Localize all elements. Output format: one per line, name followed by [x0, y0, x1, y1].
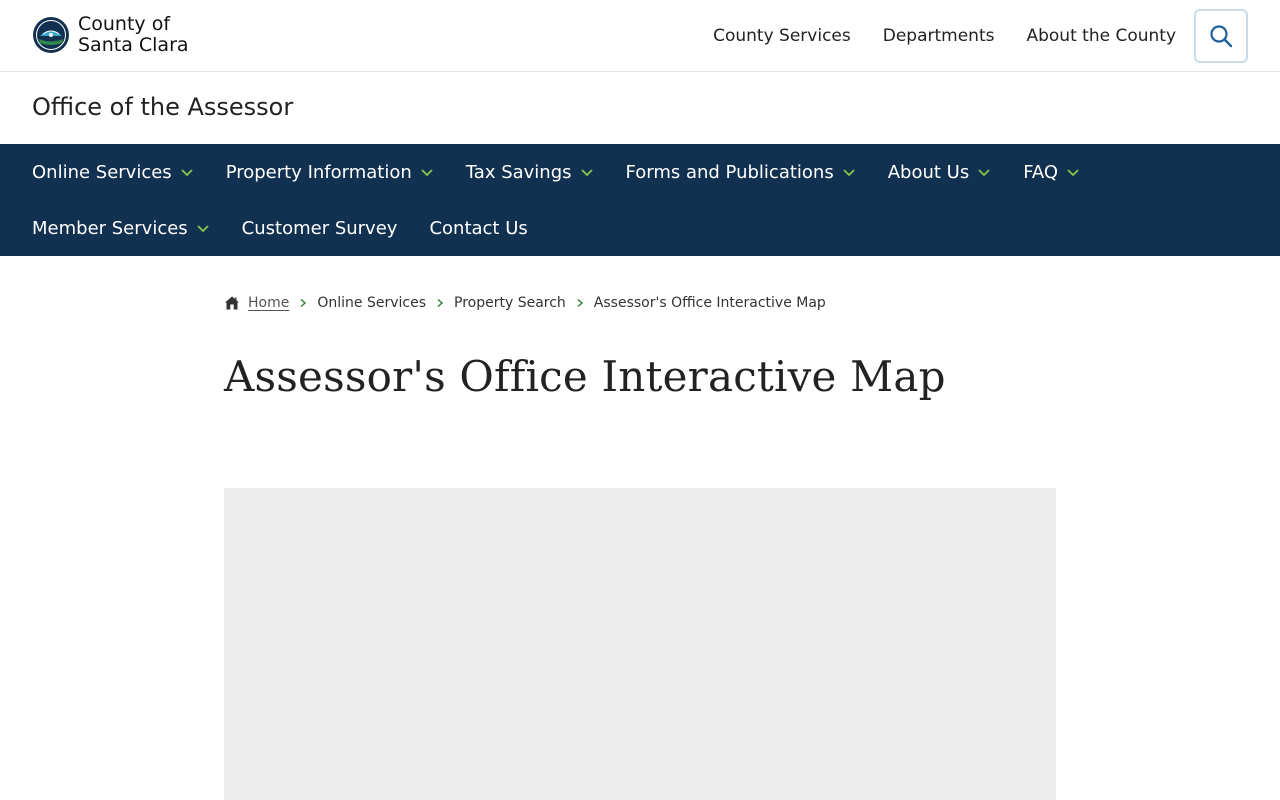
nav-row-1: Online Services Property Information Tax…: [32, 144, 1112, 200]
chevron-down-icon: [843, 169, 855, 177]
breadcrumb-property-search[interactable]: Property Search: [454, 295, 566, 311]
top-link-county-services[interactable]: County Services: [713, 26, 851, 46]
nav-item-online-services[interactable]: Online Services: [32, 162, 194, 183]
chevron-down-icon: [421, 169, 433, 177]
breadcrumb-online-services[interactable]: Online Services: [317, 295, 426, 311]
nav-item-label: Tax Savings: [465, 161, 572, 183]
chevron-down-icon: [580, 169, 593, 177]
nav-item-label: Property Information: [225, 161, 412, 183]
chevron-right-icon: [300, 298, 307, 308]
county-seal-icon: [33, 17, 69, 53]
nav-item-label: About Us: [887, 161, 970, 183]
page-title: Assessor's Office Interactive Map: [224, 352, 946, 401]
logo-line-2: Santa Clara: [78, 34, 189, 56]
logo-line-1: County of: [78, 13, 171, 35]
office-bar: Office of the Assessor: [0, 73, 1280, 144]
top-utility-nav: County Services Departments About the Co…: [681, 0, 1176, 72]
chevron-right-icon: [577, 298, 583, 308]
nav-item-label: Online Services: [32, 161, 172, 183]
interactive-map-frame[interactable]: [224, 488, 1056, 800]
top-link-departments[interactable]: Departments: [883, 26, 995, 46]
nav-item-contact-us[interactable]: Contact Us: [429, 218, 527, 239]
main-navigation: Online Services Property Information Tax…: [0, 144, 1280, 256]
nav-item-faq[interactable]: FAQ: [1023, 162, 1080, 183]
chevron-down-icon: [181, 169, 193, 177]
nav-item-customer-survey[interactable]: Customer Survey: [242, 218, 398, 239]
search-icon: [1210, 25, 1233, 48]
nav-item-label: Contact Us: [429, 217, 528, 239]
site-header: County of Santa Clara County Services De…: [0, 0, 1280, 72]
home-icon: [225, 296, 239, 310]
nav-item-property-information[interactable]: Property Information: [226, 162, 434, 183]
chevron-down-icon: [197, 225, 209, 233]
breadcrumb-current-page: Assessor's Office Interactive Map: [593, 295, 826, 311]
nav-item-tax-savings[interactable]: Tax Savings: [466, 162, 594, 183]
breadcrumb-home-link[interactable]: Home: [248, 295, 289, 311]
county-name: County of Santa Clara: [78, 14, 189, 56]
nav-item-label: Forms and Publications: [625, 161, 834, 183]
breadcrumb: Home Online Services Property Search Ass…: [224, 292, 826, 314]
chevron-down-icon: [978, 169, 990, 177]
nav-row-2: Member Services Customer Survey Contact …: [32, 200, 560, 256]
nav-item-label: Member Services: [32, 217, 188, 239]
chevron-right-icon: [437, 298, 444, 308]
top-link-about-the-county[interactable]: About the County: [1026, 26, 1176, 46]
nav-item-label: FAQ: [1023, 161, 1059, 183]
nav-item-about-us[interactable]: About Us: [888, 162, 992, 183]
office-title-link[interactable]: Office of the Assessor: [32, 93, 293, 121]
chevron-down-icon: [1067, 169, 1079, 177]
search-button[interactable]: [1194, 9, 1248, 63]
nav-item-label: Customer Survey: [241, 217, 398, 239]
county-logo-link[interactable]: County of Santa Clara: [32, 14, 189, 56]
nav-item-forms-and-publications[interactable]: Forms and Publications: [626, 162, 856, 183]
nav-item-member-services[interactable]: Member Services: [32, 218, 210, 239]
